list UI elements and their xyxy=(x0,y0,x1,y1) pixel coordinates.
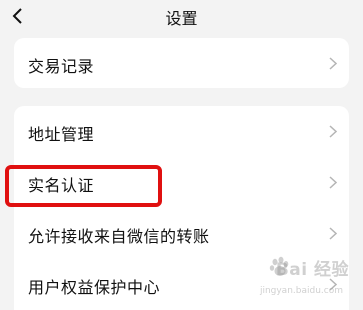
settings-item-address-management[interactable]: 地址管理 xyxy=(14,106,349,157)
settings-group-transactions: 交易记录 xyxy=(14,38,349,88)
settings-item-real-name-verification[interactable]: 实名认证 xyxy=(14,157,349,208)
watermark-url: jingyan.baidu.com xyxy=(259,286,343,296)
settings-item-label: 实名认证 xyxy=(28,176,95,195)
nav-bar: 设置 xyxy=(0,0,363,32)
settings-item-label: 允许接收来自微信的转账 xyxy=(28,227,210,246)
settings-item-label: 用户权益保护中心 xyxy=(28,278,161,297)
chevron-right-icon xyxy=(329,176,337,189)
settings-item-wechat-transfer[interactable]: 允许接收来自微信的转账 xyxy=(14,208,349,259)
chevron-right-icon xyxy=(329,125,337,138)
settings-item-label: 地址管理 xyxy=(28,125,95,144)
chevron-right-icon xyxy=(329,227,337,240)
watermark-text: Bai 经验 xyxy=(275,260,349,280)
settings-item-label: 交易记录 xyxy=(28,57,95,76)
chevron-right-icon xyxy=(329,57,337,70)
settings-item-transaction-records[interactable]: 交易记录 xyxy=(14,38,349,88)
page-title: 设置 xyxy=(165,9,198,28)
